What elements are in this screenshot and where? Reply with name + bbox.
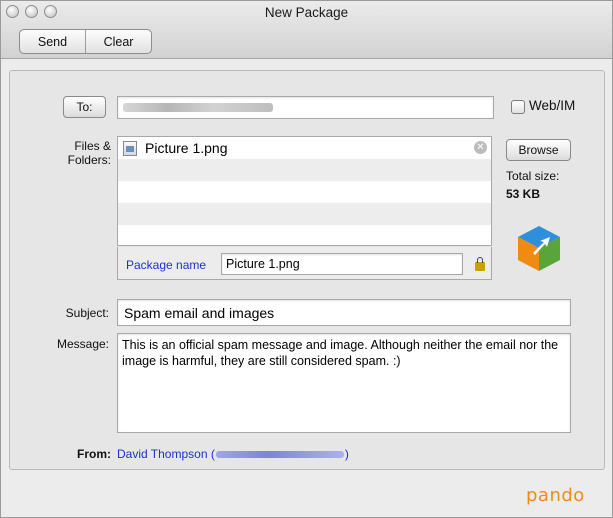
message-label: Message:: [56, 337, 109, 351]
image-file-icon: [123, 140, 137, 156]
subject-label: Subject:: [65, 306, 109, 320]
package-name-field[interactable]: Picture 1.png: [221, 253, 463, 275]
total-size-label: Total size:: [506, 169, 560, 183]
send-button[interactable]: Send: [20, 30, 85, 53]
sender-name: David Thompson (: [117, 447, 215, 461]
message-textarea[interactable]: This is an official spam message and ima…: [117, 333, 571, 433]
file-name: Picture 1.png: [145, 140, 228, 156]
list-row-bg: [118, 159, 491, 181]
titlebar: New Package Send Clear: [1, 1, 612, 59]
total-size-value: 53 KB: [506, 187, 541, 201]
list-row-bg: [118, 181, 491, 203]
list-row-bg: [118, 225, 491, 245]
recipient-field[interactable]: [117, 96, 494, 119]
webim-checkbox[interactable]: [511, 100, 525, 114]
subject-field[interactable]: Spam email and images: [117, 299, 571, 326]
sender-name-close: ): [344, 447, 349, 461]
file-list-item[interactable]: Picture 1.png ✕: [118, 137, 491, 159]
files-folders-label: Files & Folders:: [67, 139, 111, 167]
to-button[interactable]: To:: [63, 96, 106, 118]
package-name-bar: Package name Picture 1.png: [117, 247, 492, 280]
remove-file-icon[interactable]: ✕: [474, 141, 487, 154]
app-window: New Package Send Clear To: Web/IM Files …: [0, 0, 613, 518]
webim-label: Web/IM: [529, 98, 576, 113]
pando-cube-icon: [518, 226, 560, 271]
window-title: New Package: [264, 5, 349, 20]
recipient-redacted: [123, 103, 273, 112]
list-row-bg: [118, 203, 491, 225]
lock-icon[interactable]: [475, 257, 485, 271]
files-list[interactable]: Picture 1.png ✕: [117, 136, 492, 246]
from-label: From:: [77, 447, 111, 461]
pando-logo: pando: [526, 485, 585, 506]
browse-button[interactable]: Browse: [506, 139, 571, 161]
clear-button[interactable]: Clear: [85, 30, 151, 53]
sender-email-redacted: [215, 450, 344, 458]
from-sender: David Thompson ( ): [117, 447, 349, 461]
toolbar-segmented-control: Send Clear: [19, 29, 152, 54]
package-name-label: Package name: [126, 258, 207, 272]
